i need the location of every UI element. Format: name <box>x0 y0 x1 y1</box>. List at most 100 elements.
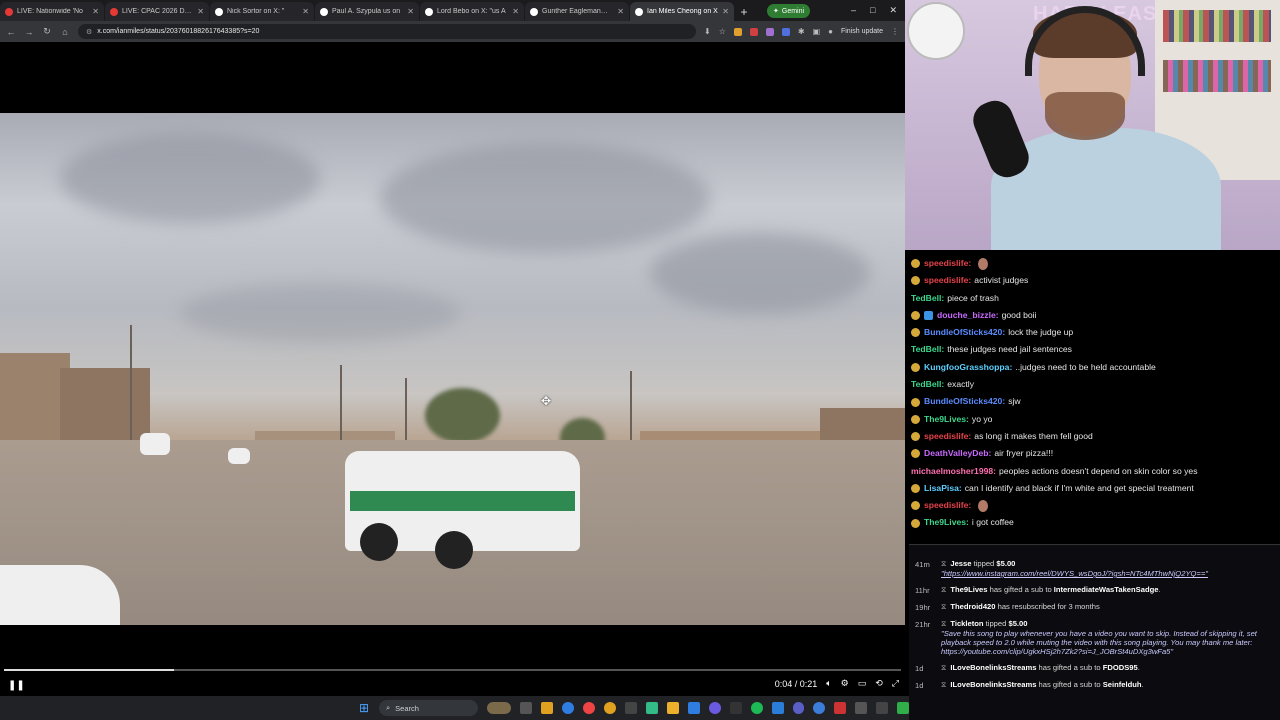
browser-tab[interactable]: Gunther Eagleman™ o ✕ <box>525 2 629 21</box>
tab-close-icon[interactable]: ✕ <box>407 7 414 16</box>
bookmark-star-icon[interactable]: ☆ <box>719 27 726 36</box>
close-icon[interactable]: ✕ <box>889 5 897 16</box>
chat-username[interactable]: DeathValleyDeb: <box>924 445 991 462</box>
chat-username[interactable]: LisaPisa: <box>924 480 962 497</box>
chat-username[interactable]: TedBell: <box>911 341 944 358</box>
tab-close-icon[interactable]: ✕ <box>302 7 309 16</box>
fullscreen-icon[interactable]: ⤢ <box>892 678 899 689</box>
edge-icon[interactable] <box>562 702 575 714</box>
extension-icon[interactable] <box>749 27 758 36</box>
event-link[interactable]: "https://www.instagram.com/reel/DWYS_wsD… <box>941 569 1274 578</box>
event-text: Thedroid420 <box>950 602 996 611</box>
chat-username[interactable]: TedBell: <box>911 290 944 307</box>
tab-close-icon[interactable]: ✕ <box>92 7 99 16</box>
pin-icon[interactable] <box>834 702 847 714</box>
browser-tab[interactable]: Nick Sortor on X: " ✕ <box>210 2 314 21</box>
settings-icon[interactable]: ⚙ <box>841 678 849 689</box>
extension-icon[interactable] <box>765 27 774 36</box>
chat-username[interactable]: BundleOfSticks420: <box>924 324 1005 341</box>
obs-icon[interactable] <box>897 702 910 714</box>
event-time: 19hr <box>915 603 931 612</box>
event-text: The9Lives <box>950 585 988 594</box>
home-icon[interactable]: ⌂ <box>60 27 70 37</box>
event-text: has gifted a sub to <box>1036 680 1103 689</box>
chrome-icon[interactable] <box>583 702 596 714</box>
puzzle-icon[interactable]: ✱ <box>798 27 805 36</box>
event-time: 21hr <box>915 620 931 629</box>
menu-icon[interactable]: ⋮ <box>891 27 899 36</box>
chat-message: TedBell: exactly <box>911 376 1274 393</box>
browser-tab[interactable]: LIVE: CPAC 2026 Day Thre ✕ <box>105 2 209 21</box>
browser-tab[interactable]: LIVE: Nationwide 'No ✕ <box>0 2 104 21</box>
chat-username[interactable]: The9Lives: <box>924 411 969 428</box>
tab-close-icon[interactable]: ✕ <box>617 7 624 16</box>
snip-icon[interactable] <box>855 702 868 714</box>
forward-icon[interactable]: → <box>24 27 34 37</box>
teams-icon[interactable] <box>792 702 805 714</box>
loop-icon[interactable]: ⟲ <box>875 678 883 689</box>
minimize-icon[interactable]: – <box>851 5 856 16</box>
reload-icon[interactable]: ↻ <box>42 26 52 37</box>
new-tab-button[interactable]: + <box>735 3 753 21</box>
terminal-icon[interactable] <box>645 702 658 714</box>
video-frame[interactable]: ✥ <box>0 113 905 625</box>
search-placeholder: Search <box>395 703 419 713</box>
tab-favicon-icon <box>215 7 223 16</box>
tab-title: Lord Bebo on X: "us A <box>437 8 506 15</box>
folder-icon[interactable] <box>541 702 554 714</box>
settings-icon[interactable] <box>813 702 826 714</box>
pause-icon[interactable]: ❚❚ <box>8 680 25 691</box>
gemini-button[interactable]: ✦ Gemini <box>767 4 811 18</box>
extension-icon[interactable] <box>781 27 790 36</box>
tab-title: Paul A. Szypula us on <box>332 8 401 15</box>
maximize-icon[interactable]: □ <box>870 5 875 16</box>
calculator-icon[interactable] <box>625 702 637 714</box>
chat-username[interactable]: speedislife: <box>924 255 971 272</box>
chat-username[interactable]: speedislife: <box>924 428 971 445</box>
video-player[interactable]: ✥ ❚❚ 0:04 / 0:21 🔈︎ ⚙ ▭ ⟲ ⤢ <box>0 42 905 694</box>
file-explorer-icon[interactable] <box>520 702 533 714</box>
extension-icon[interactable] <box>733 27 742 36</box>
store-icon[interactable] <box>687 702 700 714</box>
site-info-icon[interactable]: ⚙ <box>86 28 92 36</box>
tab-close-icon[interactable]: ✕ <box>197 7 204 16</box>
taskbar-search[interactable]: ⌕ Search <box>378 700 479 716</box>
windows-start-icon[interactable]: ⊞ <box>358 701 370 715</box>
chrome-alt-icon[interactable] <box>604 702 616 714</box>
chat-username[interactable]: michaelmosher1998: <box>911 463 996 480</box>
monitor-icon[interactable] <box>876 702 889 714</box>
chat-username[interactable]: speedislife: <box>924 497 971 514</box>
chat-message: BundleOfSticks420: lock the judge up <box>911 324 1274 341</box>
chat-username[interactable]: speedislife: <box>924 272 971 289</box>
browser-tab[interactable]: Lord Bebo on X: "us A ✕ <box>420 2 524 21</box>
install-icon[interactable]: ⬇ <box>704 27 711 36</box>
tab-close-icon[interactable]: ✕ <box>722 7 729 16</box>
tab-title: LIVE: Nationwide 'No <box>17 8 83 15</box>
chat-username[interactable]: TedBell: <box>911 376 944 393</box>
sidepanel-icon[interactable]: ▣ <box>813 27 821 36</box>
profile-icon[interactable]: ● <box>828 27 833 36</box>
chat-username[interactable]: BundleOfSticks420: <box>924 393 1005 410</box>
widget-icon[interactable] <box>487 702 512 714</box>
back-icon[interactable]: ← <box>6 27 16 37</box>
chrome-canary-icon[interactable] <box>708 702 721 714</box>
volume-icon[interactable]: 🔈︎ <box>826 678 831 689</box>
chat-username[interactable]: KungfooGrasshoppa: <box>924 359 1012 376</box>
finish-update-button[interactable]: Finish update <box>841 28 883 35</box>
address-bar[interactable]: ⚙ x.com/ianmiles/status/2037601882617643… <box>78 24 696 39</box>
event-time: 11hr <box>915 586 930 595</box>
pip-icon[interactable]: ▭ <box>858 678 867 689</box>
event-item: 21hr ⧖ Tickleton tipped $5.00 "Save this so… <box>909 619 1280 656</box>
browser-tab[interactable]: Ian Miles Cheong on X ✕ <box>630 2 734 21</box>
vscode-icon[interactable] <box>771 702 784 714</box>
chat-message: speedislife: <box>911 497 1274 514</box>
tab-close-icon[interactable]: ✕ <box>512 7 519 16</box>
spotify-icon[interactable] <box>750 702 763 714</box>
notion-icon[interactable] <box>729 702 742 714</box>
chat-username[interactable]: The9Lives: <box>924 514 969 531</box>
progress-bar[interactable] <box>4 669 901 671</box>
folder-icon[interactable] <box>666 702 679 714</box>
browser-tab[interactable]: Paul A. Szypula us on ✕ <box>315 2 419 21</box>
chat-username[interactable]: douche_bizzle: <box>937 307 999 324</box>
chat-text: can I identify and black if I'm white an… <box>964 482 1194 493</box>
